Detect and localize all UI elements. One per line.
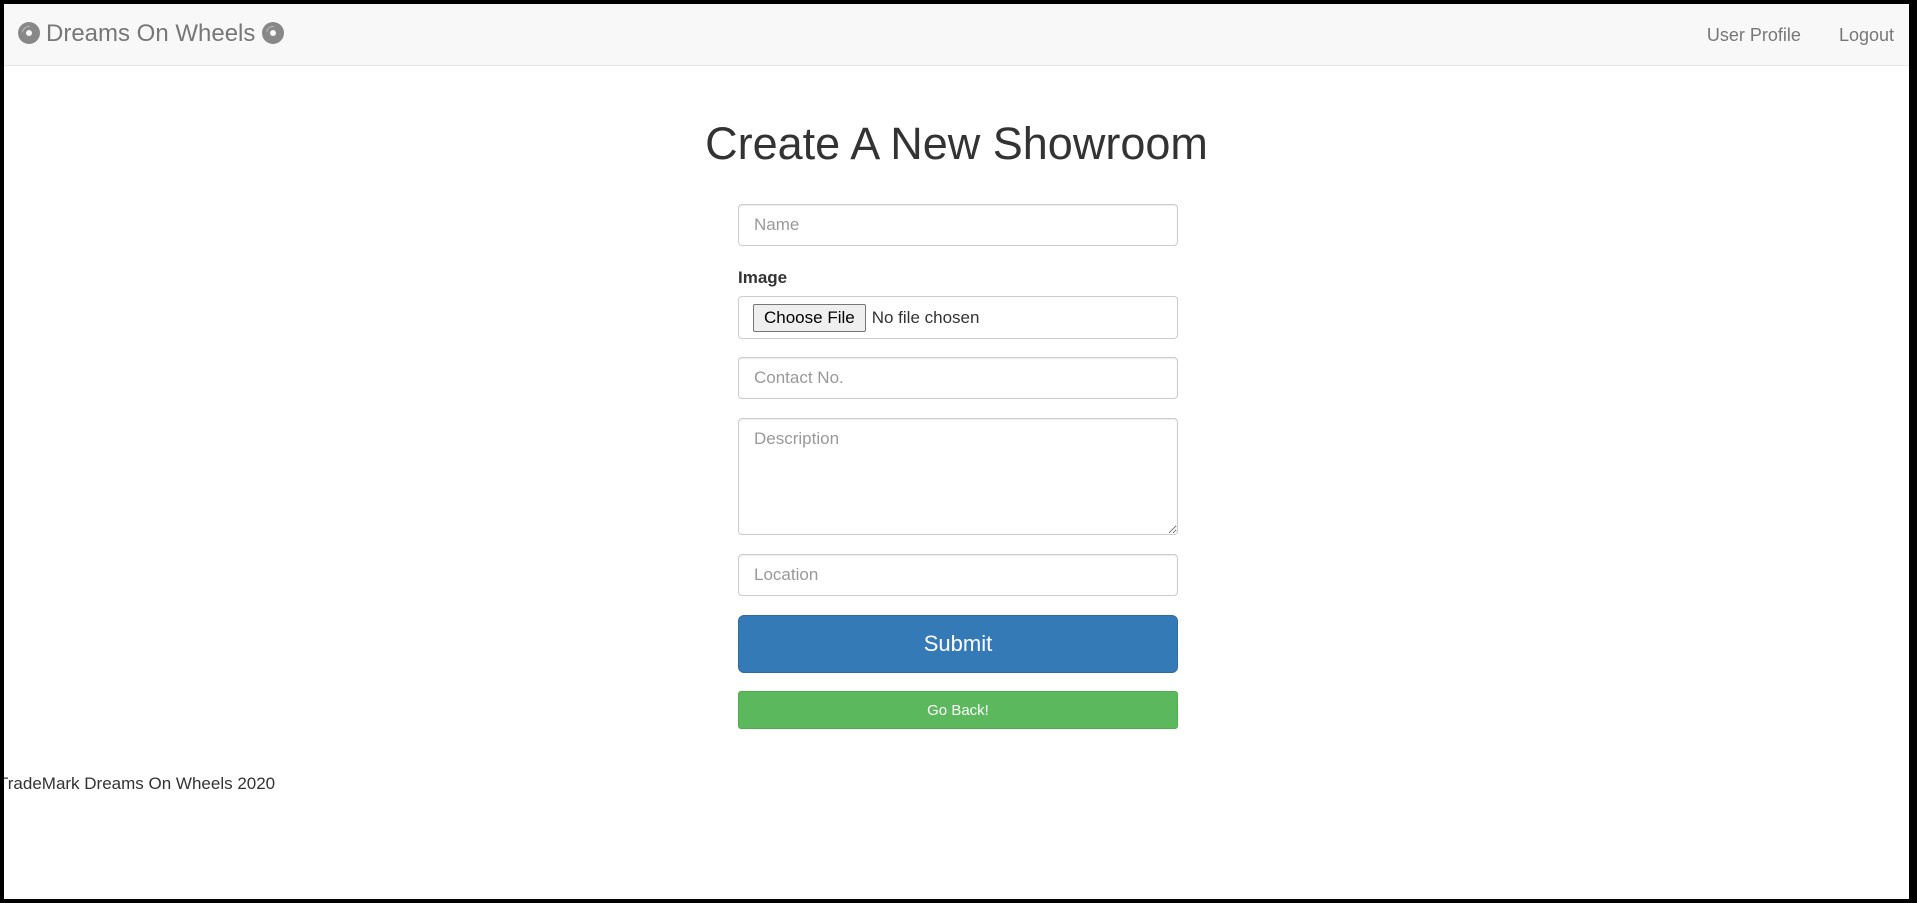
location-input[interactable] xyxy=(738,554,1178,596)
create-showroom-form: Image Choose File No file chosen Submit … xyxy=(738,204,1178,729)
brand-link[interactable]: Dreams On Wheels xyxy=(18,20,285,48)
brand-label: Dreams On Wheels xyxy=(46,20,256,47)
logout-link[interactable]: Logout xyxy=(1824,25,1909,46)
choose-file-button[interactable]: Choose File xyxy=(753,303,866,332)
nav-right-links: User Profile Logout xyxy=(1684,4,1909,66)
compact-disc-icon xyxy=(18,22,40,44)
navbar: Dreams On Wheels User Profile Logout xyxy=(4,4,1909,66)
image-file-input[interactable]: Choose File No file chosen xyxy=(738,296,1178,339)
compact-disc-icon xyxy=(262,22,285,44)
image-label: Image xyxy=(738,268,788,287)
file-status-text: No file chosen xyxy=(871,307,980,327)
contact-input[interactable] xyxy=(738,357,1178,399)
user-profile-link[interactable]: User Profile xyxy=(1692,25,1816,46)
page-title: Create A New Showroom xyxy=(705,118,1208,169)
submit-button[interactable]: Submit xyxy=(738,615,1178,673)
go-back-button[interactable]: Go Back! xyxy=(738,691,1178,729)
description-textarea[interactable] xyxy=(738,418,1178,535)
name-input[interactable] xyxy=(738,204,1178,246)
footer-text: TradeMark Dreams On Wheels 2020 xyxy=(4,774,276,793)
page-frame: Dreams On Wheels User Profile Logout Cre… xyxy=(4,4,1909,899)
